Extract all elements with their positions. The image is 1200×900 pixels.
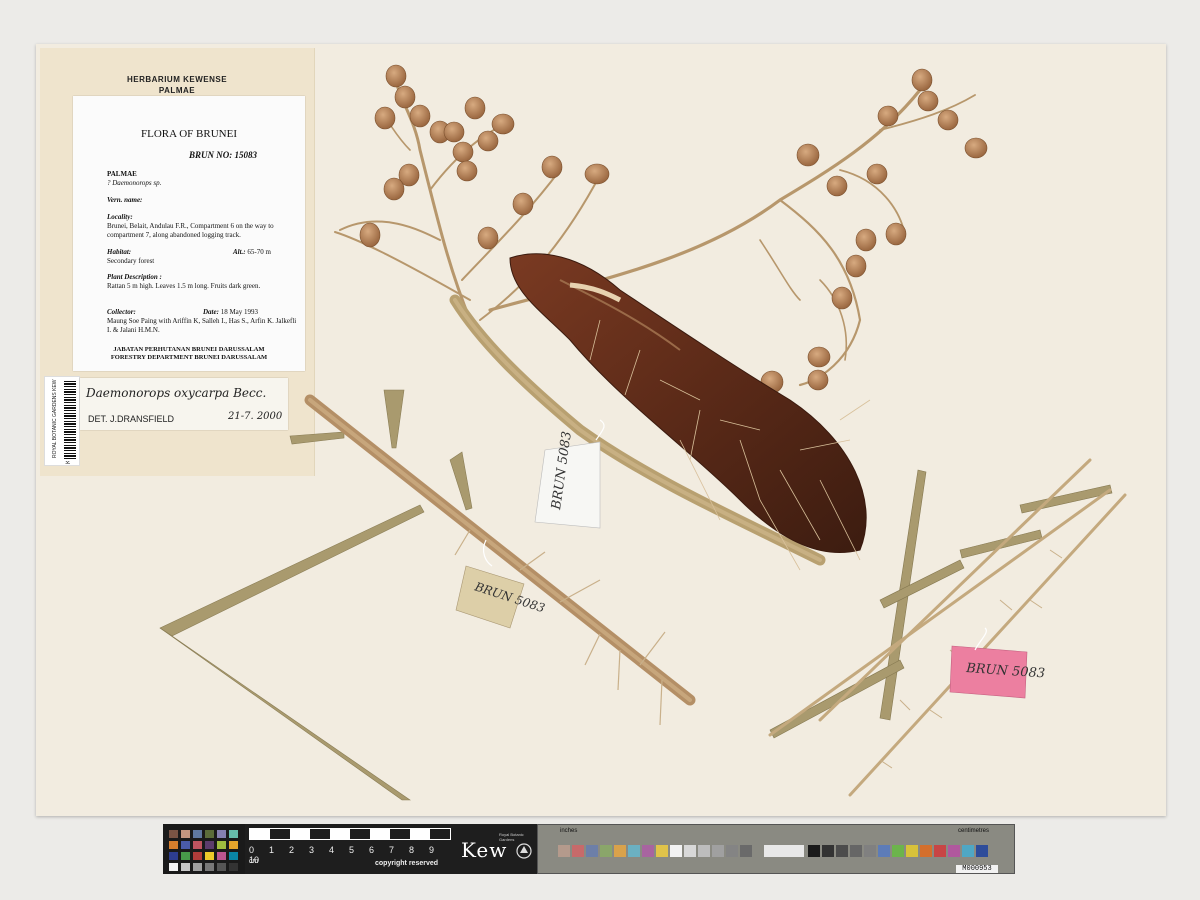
specimen-tag-3: BRUN 5083 bbox=[949, 645, 1045, 699]
ruler-number: 5 bbox=[349, 845, 355, 855]
specimen-tag-1: BRUN 5083 bbox=[534, 430, 601, 529]
cm-ruler: 0 1 2 3 4 5 6 7 8 910 cm copyright reserved bbox=[245, 824, 455, 874]
ruler-number: 9 bbox=[429, 845, 435, 855]
specimen-illustration: BRUN 5083 BRUN 5083 BRUN 5083 bbox=[159, 64, 1127, 801]
crest-icon bbox=[516, 843, 532, 859]
ruler-number: 1 bbox=[269, 845, 275, 855]
ruler-number: 0 bbox=[249, 845, 255, 855]
kew-logo: Kew Royal Botanic Gardens bbox=[455, 824, 537, 874]
stem-left bbox=[304, 394, 696, 726]
ruler-number: 7 bbox=[389, 845, 395, 855]
grey-scale-card: inches centimetres M000953 bbox=[537, 824, 1015, 874]
leaf-blades-left bbox=[159, 389, 473, 801]
color-checker bbox=[163, 824, 245, 874]
ruler-number: 8 bbox=[409, 845, 415, 855]
inches-label: inches bbox=[560, 828, 578, 834]
ruler-number: 4 bbox=[329, 845, 335, 855]
ruler-number: 2 bbox=[289, 845, 295, 855]
ruler-number: 6 bbox=[369, 845, 375, 855]
ruler-copyright: copyright reserved bbox=[375, 860, 439, 867]
ruler-scale bbox=[249, 828, 451, 840]
ruler-unit: cm bbox=[249, 858, 259, 865]
ruler-number: 3 bbox=[309, 845, 315, 855]
card-id: M000953 bbox=[956, 865, 998, 873]
centimetres-label: centimetres bbox=[958, 828, 990, 834]
kew-subtitle: Royal Botanic Gardens bbox=[499, 832, 524, 842]
